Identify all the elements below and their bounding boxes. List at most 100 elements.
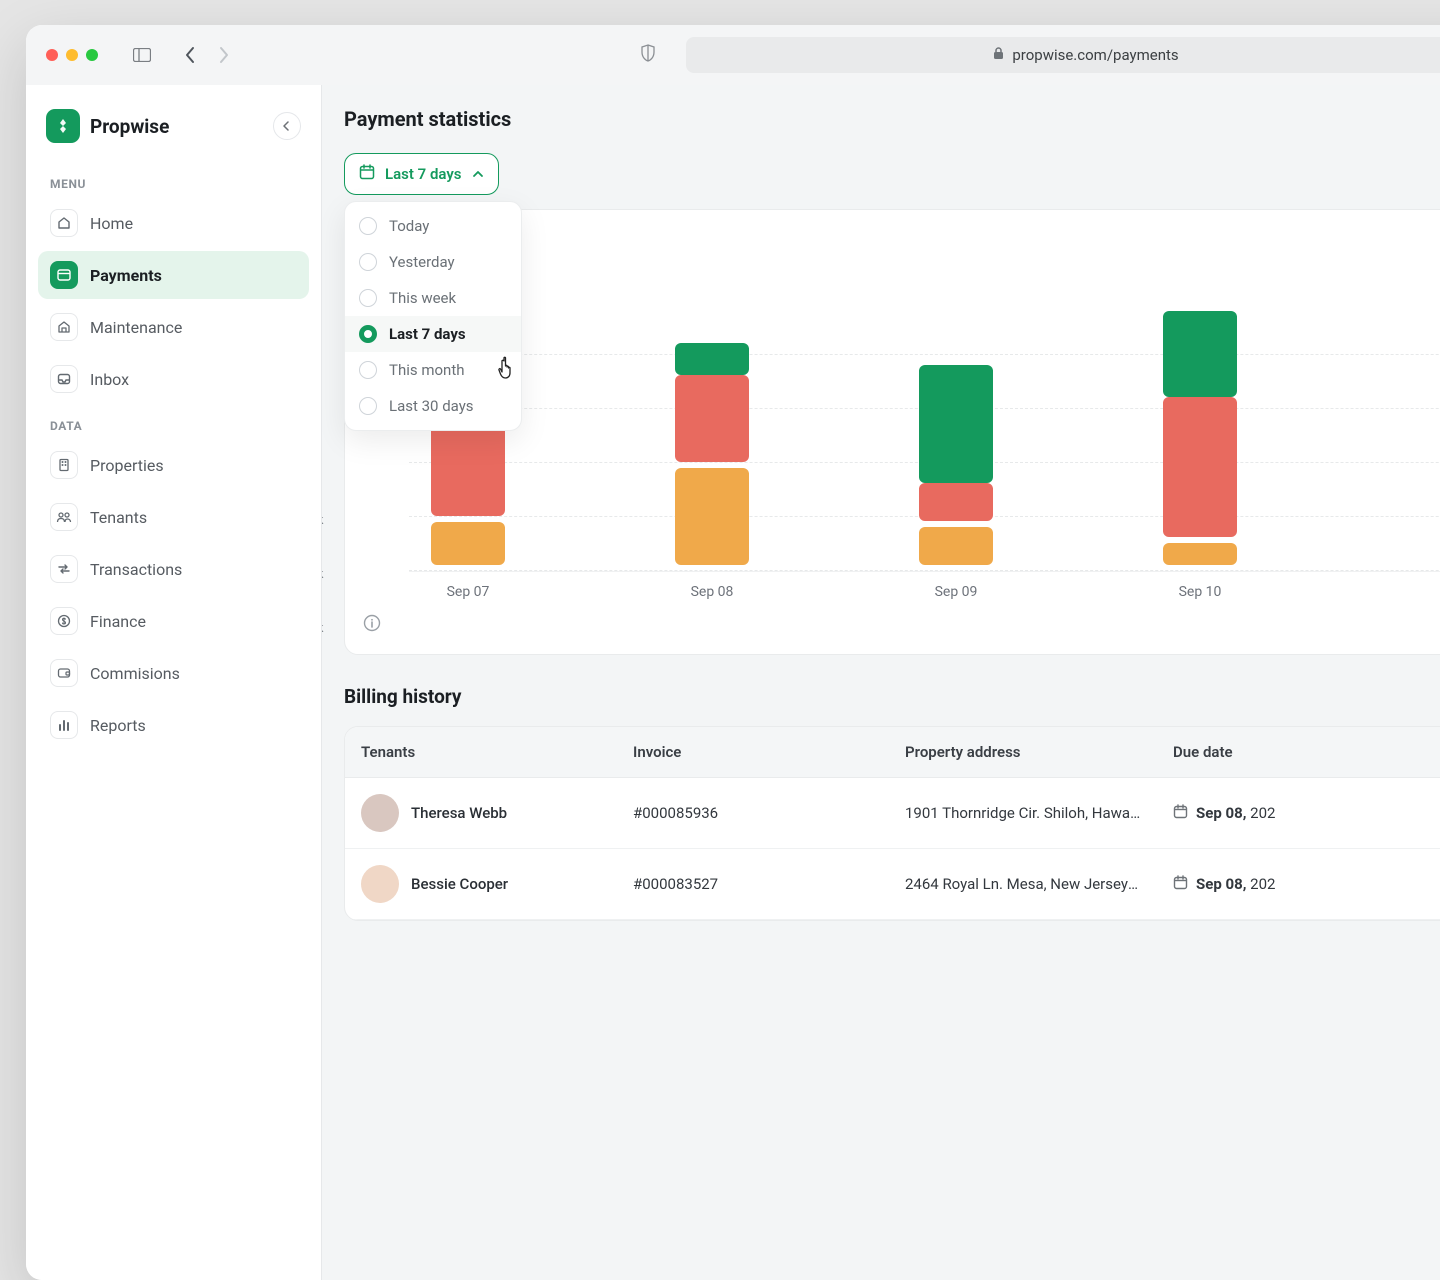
radio-icon	[359, 289, 377, 307]
x-tick: Sep 08	[675, 584, 749, 600]
table-header: Tenants Invoice Property address Due dat…	[345, 727, 1440, 778]
sidebar-toggle-icon[interactable]	[130, 43, 154, 67]
sidebar-item-label: Reports	[90, 716, 146, 735]
info-icon[interactable]	[363, 617, 381, 636]
radio-icon	[359, 397, 377, 415]
th-invoice[interactable]: Invoice	[617, 727, 889, 777]
wrench-icon	[50, 313, 78, 341]
cell-invoice: #000085936	[617, 788, 889, 838]
back-button[interactable]	[176, 41, 204, 69]
chart-bar-sep-08[interactable]	[675, 343, 749, 571]
collapse-sidebar-button[interactable]	[273, 112, 301, 140]
window-close-button[interactable]	[46, 49, 58, 61]
sidebar-item-properties[interactable]: Properties	[38, 441, 309, 489]
sidebar-item-inbox[interactable]: Inbox	[38, 355, 309, 403]
calendar-icon	[1173, 875, 1188, 894]
x-axis: Sep 07Sep 08Sep 09Sep 10	[355, 584, 1440, 600]
nav-list-data: Properties Tenants Transactions Finance Comm…	[38, 441, 309, 749]
sidebar-item-commisions[interactable]: Commisions	[38, 649, 309, 697]
card-icon	[50, 261, 78, 289]
home-icon	[50, 209, 78, 237]
th-address[interactable]: Property address	[889, 727, 1157, 777]
filter-option-label: Last 30 days	[389, 397, 474, 415]
sidebar-item-label: Home	[90, 214, 133, 233]
chart-seg-red	[675, 375, 749, 461]
filter-option-yesterday[interactable]: Yesterday	[345, 244, 521, 280]
window-minimize-button[interactable]	[66, 49, 78, 61]
filter-option-label: This week	[389, 289, 456, 307]
sidebar-item-reports[interactable]: Reports	[38, 701, 309, 749]
calendar-icon	[359, 164, 375, 184]
filter-option-label: Today	[389, 217, 429, 235]
sidebar-item-label: Transactions	[90, 560, 182, 579]
sidebar-item-transactions[interactable]: Transactions	[38, 545, 309, 593]
filter-option-last-7-days[interactable]: Last 7 days	[345, 316, 521, 352]
chart-plot	[409, 230, 1440, 572]
cell-address: 2464 Royal Ln. Mesa, New Jersey 45…	[889, 859, 1157, 909]
chart-seg-amber	[1163, 543, 1237, 565]
th-due-date[interactable]: Due date	[1157, 727, 1357, 777]
date-filter-dropdown: Today Yesterday This week Last 7 daysThis m…	[344, 201, 522, 431]
chart-seg-green	[919, 365, 993, 484]
browser-window: propwise.com/payments Propwise MENU Home…	[26, 25, 1440, 1280]
lock-icon	[993, 47, 1004, 64]
cell-tenant: Theresa Webb	[345, 778, 617, 848]
sidebar-item-label: Inbox	[90, 370, 129, 389]
x-tick: Sep 07	[431, 584, 505, 600]
x-tick: Sep 09	[919, 584, 993, 600]
people-icon	[50, 503, 78, 531]
chart-seg-amber	[919, 527, 993, 565]
section-label-menu: MENU	[38, 161, 309, 199]
nav-buttons	[176, 41, 238, 69]
table-row[interactable]: Bessie Cooper #000083527 2464 Royal Ln. …	[345, 849, 1440, 920]
tenant-name: Bessie Cooper	[411, 875, 508, 893]
wallet-icon	[50, 659, 78, 687]
chart-seg-amber	[431, 522, 505, 565]
th-tenants[interactable]: Tenants	[345, 727, 617, 777]
y-tick: $25k	[322, 513, 341, 528]
sidebar-item-payments[interactable]: Payments	[38, 251, 309, 299]
date-filter-button[interactable]: Last 7 days	[344, 153, 499, 195]
traffic-lights	[46, 49, 98, 61]
address-bar[interactable]: propwise.com/payments	[686, 37, 1440, 73]
bars-icon	[50, 711, 78, 739]
swap-icon	[50, 555, 78, 583]
cell-invoice: #000083527	[617, 859, 889, 909]
sidebar-item-maintenance[interactable]: Maintenance	[38, 303, 309, 351]
filter-option-this-month[interactable]: This month	[345, 352, 521, 388]
chart-bar-sep-09[interactable]	[919, 365, 993, 571]
avatar	[361, 794, 399, 832]
sidebar-item-tenants[interactable]: Tenants	[38, 493, 309, 541]
sidebar-item-label: Payments	[90, 266, 162, 285]
y-tick: $15k	[322, 621, 341, 636]
nav-list-menu: Home Payments Maintenance Inbox	[38, 199, 309, 403]
sidebar-item-home[interactable]: Home	[38, 199, 309, 247]
brand: Propwise	[38, 105, 309, 161]
billing-table: Tenants Invoice Property address Due dat…	[344, 726, 1440, 921]
brand-name: Propwise	[90, 115, 169, 138]
dollar-icon	[50, 607, 78, 635]
privacy-shield-icon[interactable]	[640, 44, 656, 66]
cell-tenant: Bessie Cooper	[345, 849, 617, 919]
filter-option-today[interactable]: Today	[345, 208, 521, 244]
tenant-name: Theresa Webb	[411, 804, 507, 822]
chart-seg-red	[919, 483, 993, 521]
chart-info-row	[355, 600, 1440, 648]
chart-bar-sep-10[interactable]	[1163, 311, 1237, 571]
radio-icon	[359, 253, 377, 271]
chart-seg-amber	[675, 468, 749, 565]
radio-icon	[359, 361, 377, 379]
browser-title-bar: propwise.com/payments	[26, 25, 1440, 85]
date-filter-label: Last 7 days	[385, 165, 462, 183]
inbox-icon	[50, 365, 78, 393]
building-icon	[50, 451, 78, 479]
window-zoom-button[interactable]	[86, 49, 98, 61]
sidebar-item-label: Commisions	[90, 664, 180, 683]
filter-option-this-week[interactable]: This week	[345, 280, 521, 316]
table-row[interactable]: Theresa Webb #000085936 1901 Thornridge …	[345, 778, 1440, 849]
forward-button[interactable]	[210, 41, 238, 69]
sidebar-item-label: Tenants	[90, 508, 147, 527]
chart-seg-red	[1163, 397, 1237, 537]
filter-option-last-30-days[interactable]: Last 30 days	[345, 388, 521, 424]
sidebar-item-finance[interactable]: Finance	[38, 597, 309, 645]
